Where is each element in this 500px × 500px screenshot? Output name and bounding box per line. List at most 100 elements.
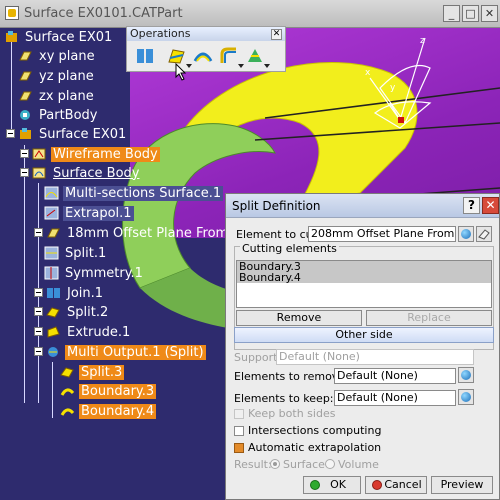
- compass-origin: [398, 117, 404, 123]
- extrude-icon: [47, 326, 60, 338]
- element-selector-icon[interactable]: [458, 226, 474, 242]
- plane-icon: [19, 91, 32, 101]
- keep-both-sides-checkbox[interactable]: [234, 409, 244, 419]
- close-window-button[interactable]: ✕: [481, 5, 498, 22]
- extrapol-icon: [44, 206, 59, 220]
- expand-toggle[interactable]: [34, 288, 43, 297]
- element-to-cut-field[interactable]: 208mm Offset Plane From ZX Pl: [308, 226, 456, 242]
- expand-toggle[interactable]: [34, 327, 43, 336]
- geoset-icon: [32, 148, 46, 160]
- catia-part-icon: [5, 6, 19, 20]
- operations-toolbar[interactable]: Operations ✕: [126, 26, 286, 81]
- tree-item-boundary-4[interactable]: Boundary.4: [60, 402, 157, 420]
- split-icon: [46, 307, 60, 318]
- part-icon: [20, 128, 31, 139]
- join-icon: [47, 288, 60, 298]
- tree-item-symmetry[interactable]: Symmetry.1: [44, 264, 145, 282]
- tree-item-surface-body[interactable]: Surface Body: [32, 164, 141, 182]
- cancel-button[interactable]: Cancel: [365, 476, 427, 494]
- svg-text:y: y: [390, 83, 396, 93]
- tree-item-partbody[interactable]: PartBody: [18, 106, 99, 124]
- split-definition-dialog[interactable]: Split Definition ? ✕ Element to cut: 208…: [225, 193, 500, 500]
- window-title: Surface EX0101.CATPart: [24, 6, 183, 21]
- elements-to-remove-selector-icon[interactable]: [458, 367, 474, 383]
- dialog-close-button[interactable]: ✕: [482, 197, 499, 214]
- eraser-icon[interactable]: [476, 226, 492, 242]
- result-surface-radio[interactable]: [270, 459, 280, 469]
- elements-to-keep-selector-icon[interactable]: [458, 389, 474, 405]
- split-icon: [60, 367, 74, 378]
- elements-to-remove-label: Elements to remove:: [234, 370, 349, 383]
- cutting-elements-label: Cutting elements: [240, 242, 339, 255]
- tree-item-boundary-3[interactable]: Boundary.3: [60, 382, 157, 400]
- help-button[interactable]: ?: [463, 197, 480, 214]
- tree-item-extrude[interactable]: Extrude.1: [46, 323, 132, 341]
- tree-item-split-3[interactable]: Split.3: [60, 363, 125, 381]
- toolbar-title: Operations: [127, 27, 285, 41]
- tree-item-surface-geoset[interactable]: Surface EX01: [18, 125, 128, 143]
- minimize-button[interactable]: _: [443, 5, 460, 22]
- remove-button[interactable]: Remove: [236, 310, 362, 326]
- tree-item-xy-plane[interactable]: xy plane: [18, 47, 97, 65]
- result-volume-label: Volume: [338, 458, 379, 471]
- collapse-toggle[interactable]: [34, 347, 43, 356]
- svg-text:z: z: [420, 36, 425, 46]
- expand-toggle[interactable]: [34, 307, 43, 316]
- maximize-button[interactable]: □: [462, 5, 479, 22]
- tree-item-split-2[interactable]: Split.2: [46, 303, 110, 321]
- transform-icon[interactable]: [245, 46, 270, 68]
- other-side-button[interactable]: Other side: [234, 327, 494, 343]
- intersections-computing-label: Intersections computing: [248, 424, 382, 437]
- part-icon: [6, 31, 17, 42]
- body-icon: [20, 110, 30, 120]
- support-label: Support:: [234, 351, 282, 364]
- tree-item-zx-plane[interactable]: zx plane: [18, 87, 96, 105]
- collapse-toggle[interactable]: [20, 168, 29, 177]
- dialog-title: Split Definition: [232, 199, 321, 213]
- cutting-elements-list[interactable]: Boundary.3 Boundary.4: [236, 260, 492, 308]
- automatic-extrapolation-label: Automatic extrapolation: [248, 441, 382, 454]
- intersections-computing-checkbox[interactable]: [234, 426, 244, 436]
- tree-item-root[interactable]: Surface EX01: [4, 28, 114, 46]
- elements-to-keep-label: Elements to keep:: [234, 392, 334, 405]
- elements-to-remove-field[interactable]: Default (None): [334, 368, 456, 384]
- symmetry-icon: [44, 266, 59, 280]
- preview-button[interactable]: Preview: [431, 476, 493, 494]
- plane-icon: [47, 228, 60, 238]
- result-volume-radio[interactable]: [325, 459, 335, 469]
- fillet-icon[interactable]: [219, 46, 244, 68]
- automatic-extrapolation-checkbox[interactable]: [234, 443, 244, 453]
- elements-to-keep-field[interactable]: Default (None): [334, 390, 456, 406]
- boundary-icon: [60, 408, 75, 416]
- ok-button[interactable]: OK: [303, 476, 361, 494]
- tree-item-multi-output[interactable]: Multi Output.1 (Split): [46, 343, 206, 361]
- list-item[interactable]: Boundary.4: [237, 272, 491, 283]
- join-icon[interactable]: [135, 46, 155, 66]
- window-titlebar: Surface EX0101.CATPart _ □ ✕: [0, 0, 500, 28]
- tree-item-offset-plane[interactable]: 18mm Offset Plane From ZX: [46, 224, 252, 242]
- mouse-cursor: [175, 63, 187, 81]
- tree-item-multi-sections-surface[interactable]: Multi-sections Surface.1: [44, 184, 224, 202]
- multi-output-icon: [48, 347, 58, 357]
- toolbar-close-button[interactable]: ✕: [271, 29, 282, 40]
- collapse-toggle[interactable]: [20, 149, 29, 158]
- plane-icon: [19, 51, 32, 61]
- split-icon: [44, 246, 59, 260]
- tree-item-extrapol[interactable]: Extrapol.1: [44, 204, 134, 222]
- support-field: Default (None): [276, 349, 474, 365]
- tree-item-split-1[interactable]: Split.1: [44, 244, 108, 262]
- collapse-toggle[interactable]: [6, 129, 15, 138]
- tree-item-join[interactable]: Join.1: [46, 284, 105, 302]
- surface-icon: [44, 186, 59, 200]
- tree-item-yz-plane[interactable]: yz plane: [18, 67, 96, 85]
- keep-both-sides-label: Keep both sides: [248, 407, 336, 420]
- boundary-icon: [60, 388, 75, 396]
- result-surface-label: Surface: [283, 458, 325, 471]
- expand-toggle[interactable]: [34, 228, 43, 237]
- geoset-icon: [32, 167, 46, 179]
- tree-item-wireframe-body[interactable]: Wireframe Body: [32, 145, 160, 163]
- result-label: Result:: [234, 458, 272, 471]
- boundary-icon[interactable]: [193, 46, 213, 66]
- plane-icon: [19, 71, 32, 81]
- replace-button[interactable]: Replace: [366, 310, 492, 326]
